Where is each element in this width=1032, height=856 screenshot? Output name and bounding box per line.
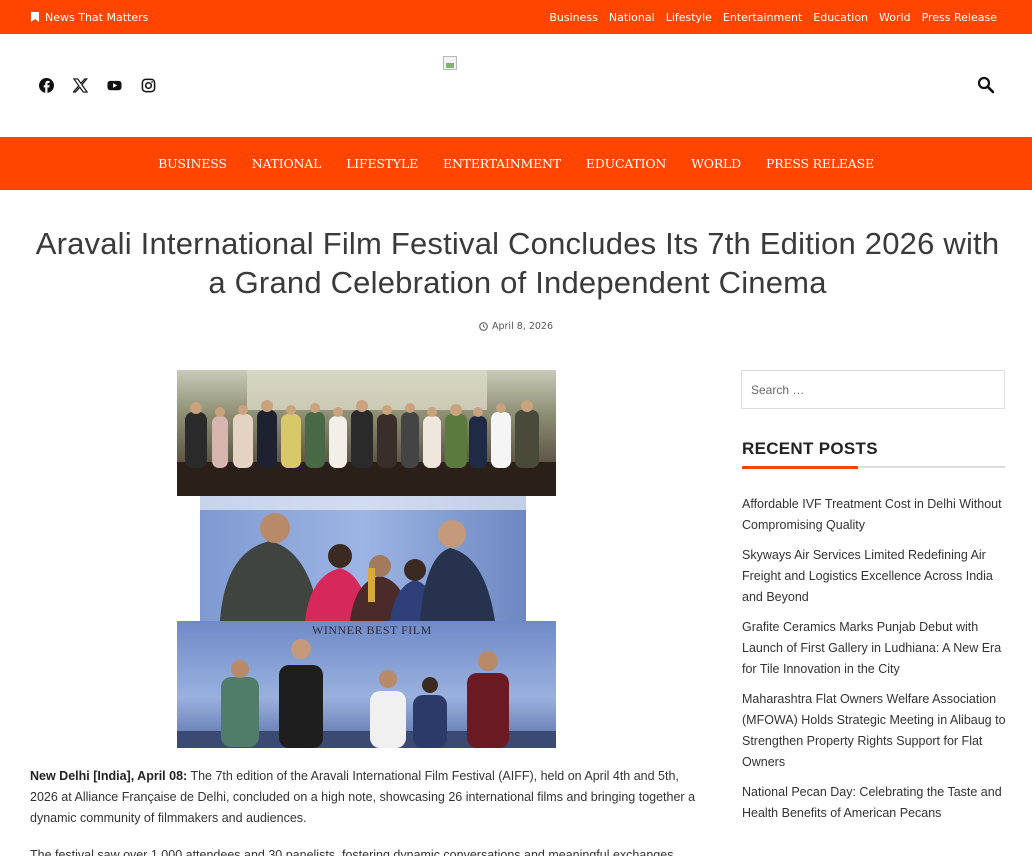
top-link-national[interactable]: National: [609, 11, 655, 24]
facebook-icon[interactable]: [38, 77, 55, 94]
top-bar: News That Matters Business National Life…: [0, 0, 1032, 34]
social-links: [38, 77, 157, 94]
recent-posts-divider-accent: [742, 466, 858, 469]
top-link-business[interactable]: Business: [549, 11, 598, 24]
article-second-paragraph: The festival saw over 1,000 attendees an…: [30, 848, 674, 856]
top-link-lifestyle[interactable]: Lifestyle: [666, 11, 712, 24]
recent-posts-title: RECENT POSTS: [742, 439, 878, 458]
nav-education[interactable]: EDUCATION: [586, 156, 666, 171]
article-photo-top: [177, 370, 556, 496]
search-icon[interactable]: [977, 76, 995, 94]
recent-post-link[interactable]: Affordable IVF Treatment Cost in Delhi W…: [742, 494, 1010, 536]
top-link-world[interactable]: World: [879, 11, 911, 24]
bookmark-icon: [31, 12, 39, 22]
article-title: Aravali International Film Festival Conc…: [35, 226, 1000, 300]
top-link-entertainment[interactable]: Entertainment: [723, 11, 802, 24]
instagram-icon[interactable]: [140, 77, 157, 94]
top-link-press-release[interactable]: Press Release: [922, 11, 997, 24]
nav-world[interactable]: WORLD: [691, 156, 741, 171]
top-link-education[interactable]: Education: [813, 11, 868, 24]
broken-image-icon[interactable]: [443, 56, 457, 70]
nav-lifestyle[interactable]: LIFESTYLE: [346, 156, 418, 171]
nav-entertainment[interactable]: ENTERTAINMENT: [443, 156, 561, 171]
recent-post-link[interactable]: Grafite Ceramics Marks Punjab Debut with…: [742, 617, 1010, 680]
article-date-text: April 8, 2026: [492, 321, 553, 332]
article-photo-middle: [200, 496, 526, 621]
recent-post-link[interactable]: National Pecan Day: Celebrating the Tast…: [742, 782, 1010, 824]
article-date: April 8, 2026: [0, 321, 1032, 332]
photo-banner-text: WINNER BEST FILM: [312, 623, 432, 637]
youtube-icon[interactable]: [106, 77, 123, 94]
x-icon[interactable]: [72, 77, 89, 94]
tagline: News That Matters: [31, 0, 148, 34]
recent-post-link[interactable]: Skyways Air Services Limited Redefining …: [742, 545, 1010, 608]
main-nav: BUSINESS NATIONAL LIFESTYLE ENTERTAINMEN…: [0, 137, 1032, 190]
article-dateline: New Delhi [India], April 08:: [30, 769, 188, 783]
nav-press-release[interactable]: PRESS RELEASE: [766, 156, 874, 171]
article-lead-paragraph: New Delhi [India], April 08: The 7th edi…: [30, 766, 710, 829]
article-photo-bottom: WINNER BEST FILM: [177, 621, 556, 748]
recent-posts-list: Affordable IVF Treatment Cost in Delhi W…: [742, 494, 1010, 833]
tagline-text: News That Matters: [45, 10, 149, 24]
sidebar-search-input[interactable]: [741, 370, 1005, 409]
nav-business[interactable]: BUSINESS: [158, 156, 227, 171]
clock-icon: [479, 322, 488, 331]
site-header: [0, 34, 1032, 137]
recent-post-link[interactable]: Maharashtra Flat Owners Welfare Associat…: [742, 689, 1010, 773]
nav-national[interactable]: NATIONAL: [252, 156, 322, 171]
top-links: Business National Lifestyle Entertainmen…: [549, 0, 997, 34]
